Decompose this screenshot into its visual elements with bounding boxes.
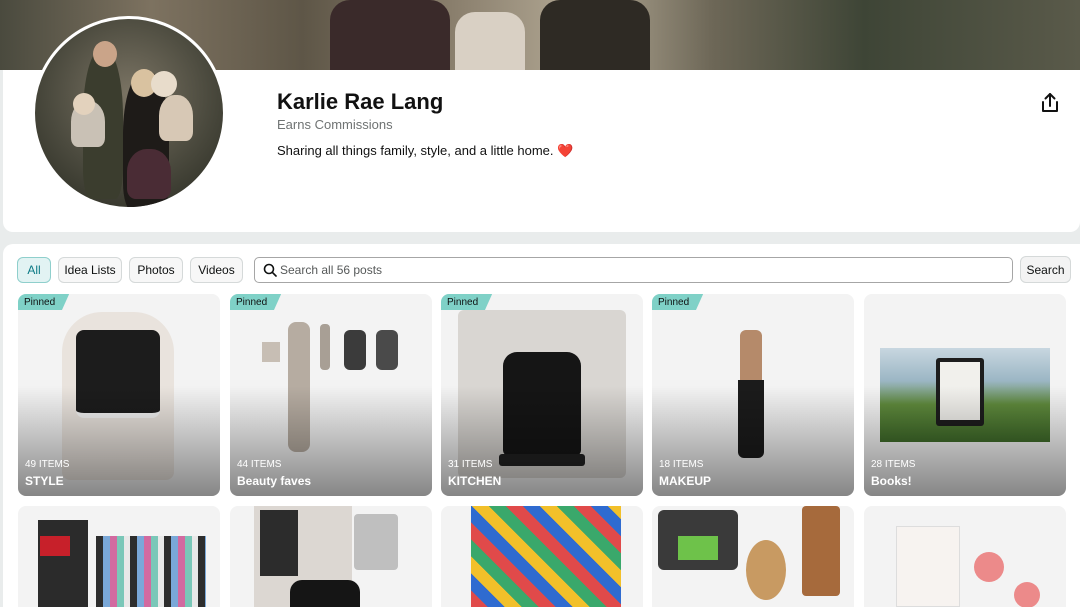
card-image bbox=[678, 536, 718, 560]
idea-list-card-makeup[interactable]: Pinned 18 ITEMS MAKEUP bbox=[652, 294, 854, 496]
filter-idea-lists[interactable]: Idea Lists bbox=[58, 257, 122, 283]
card-image bbox=[974, 552, 1004, 582]
idea-list-card[interactable] bbox=[652, 506, 854, 607]
earns-commissions-label: Earns Commissions bbox=[277, 117, 393, 132]
profile-avatar bbox=[32, 16, 226, 210]
banner-figure bbox=[540, 0, 650, 70]
search-icon bbox=[263, 263, 277, 277]
idea-list-card[interactable] bbox=[441, 506, 643, 607]
idea-list-card[interactable] bbox=[18, 506, 220, 607]
idea-list-card[interactable] bbox=[864, 506, 1066, 607]
filter-photos[interactable]: Photos bbox=[129, 257, 183, 283]
item-count: 18 ITEMS bbox=[659, 459, 704, 470]
card-title: MAKEUP bbox=[659, 474, 712, 488]
filter-all[interactable]: All bbox=[17, 257, 51, 283]
idea-list-card-style[interactable]: Pinned 49 ITEMS STYLE bbox=[18, 294, 220, 496]
card-image bbox=[802, 506, 840, 596]
heart-emoji: ❤️ bbox=[557, 143, 574, 158]
card-image bbox=[290, 580, 360, 607]
banner-figure bbox=[330, 0, 450, 70]
card-title: KITCHEN bbox=[448, 474, 502, 488]
share-icon[interactable] bbox=[1038, 91, 1062, 115]
card-image bbox=[746, 540, 786, 600]
idea-list-card-books[interactable]: 28 ITEMS Books! bbox=[864, 294, 1066, 496]
card-image bbox=[320, 324, 330, 370]
bio-text: Sharing all things family, style, and a … bbox=[277, 143, 554, 158]
card-image bbox=[260, 510, 298, 576]
item-count: 49 ITEMS bbox=[25, 459, 70, 470]
item-count: 44 ITEMS bbox=[237, 459, 282, 470]
card-title: STYLE bbox=[25, 474, 64, 488]
card-title: Beauty faves bbox=[237, 474, 312, 488]
card-image bbox=[38, 520, 88, 607]
card-title: Books! bbox=[871, 474, 912, 488]
item-count: 28 ITEMS bbox=[871, 459, 916, 470]
pinned-badge: Pinned bbox=[652, 294, 704, 310]
search-button[interactable]: Search bbox=[1020, 256, 1071, 283]
profile-name: Karlie Rae Lang bbox=[277, 89, 444, 114]
pinned-badge: Pinned bbox=[18, 294, 70, 310]
card-image bbox=[354, 514, 398, 570]
profile-bio: Sharing all things family, style, and a … bbox=[277, 143, 573, 159]
card-image bbox=[1014, 582, 1040, 607]
pinned-badge: Pinned bbox=[441, 294, 493, 310]
card-image bbox=[344, 330, 366, 370]
idea-list-card[interactable] bbox=[230, 506, 432, 607]
banner-figure bbox=[455, 12, 525, 70]
card-image bbox=[262, 342, 280, 362]
card-image bbox=[471, 506, 621, 607]
idea-list-card-beauty-faves[interactable]: Pinned 44 ITEMS Beauty faves bbox=[230, 294, 432, 496]
pinned-badge: Pinned bbox=[230, 294, 282, 310]
card-image bbox=[740, 330, 762, 380]
search-input[interactable]: Search all 56 posts bbox=[254, 257, 1013, 283]
search-placeholder: Search all 56 posts bbox=[280, 263, 383, 277]
card-image bbox=[376, 330, 398, 370]
card-image bbox=[96, 536, 206, 607]
item-count: 31 ITEMS bbox=[448, 459, 493, 470]
filter-videos[interactable]: Videos bbox=[190, 257, 243, 283]
card-image bbox=[896, 526, 960, 607]
idea-list-card-kitchen[interactable]: Pinned 31 ITEMS KITCHEN bbox=[441, 294, 643, 496]
card-image bbox=[40, 536, 70, 556]
